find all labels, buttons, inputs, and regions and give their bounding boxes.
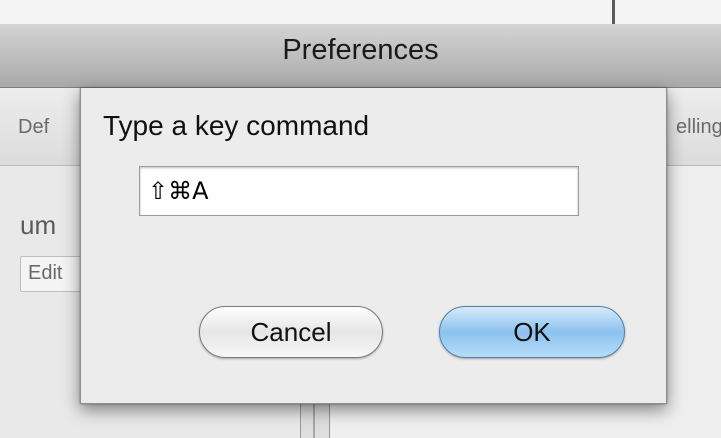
window-title: Preferences bbox=[282, 34, 439, 66]
window-titlebar[interactable]: Preferences bbox=[0, 24, 721, 88]
key-command-sheet: Type a key command ⇧⌘A Cancel OK bbox=[80, 88, 667, 404]
tab-partial-right[interactable]: elling bbox=[676, 116, 721, 139]
section-heading-partial: um bbox=[20, 210, 57, 240]
cancel-button[interactable]: Cancel bbox=[199, 306, 383, 358]
dialog-prompt: Type a key command bbox=[103, 110, 370, 141]
edit-button-label: Edit bbox=[28, 262, 63, 284]
tab-partial-left[interactable]: Def bbox=[18, 116, 49, 139]
ok-button[interactable]: OK bbox=[439, 306, 625, 358]
key-command-field[interactable]: ⇧⌘A bbox=[139, 166, 579, 216]
